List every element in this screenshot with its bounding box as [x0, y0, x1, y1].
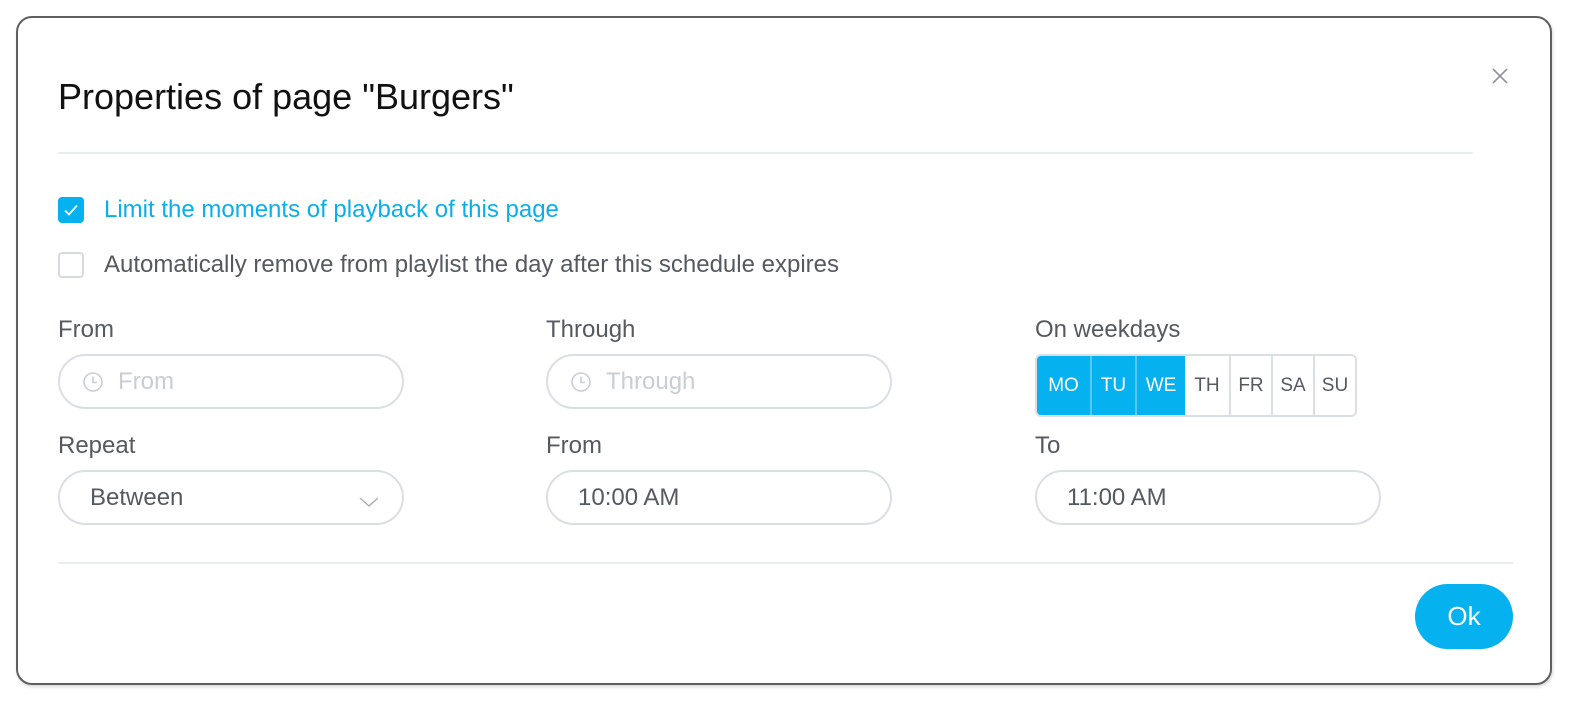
limit-playback-label: Limit the moments of playback of this pa… [104, 196, 559, 223]
through-date-label: Through [546, 316, 636, 343]
auto-remove-label: Automatically remove from playlist the d… [104, 251, 839, 278]
checkmark-icon [64, 204, 78, 216]
clock-icon [82, 371, 104, 393]
from-date-label: From [58, 316, 114, 343]
weekday-tu[interactable]: TU [1090, 356, 1135, 415]
from-time-value: 10:00 AM [578, 483, 680, 511]
weekday-fr[interactable]: FR [1229, 356, 1271, 415]
close-button[interactable] [1490, 66, 1510, 86]
weekdays-label: On weekdays [1035, 316, 1181, 343]
limit-playback-option[interactable]: Limit the moments of playback of this pa… [58, 196, 559, 224]
repeat-value: Between [90, 483, 184, 511]
footer-divider [58, 562, 1513, 564]
auto-remove-checkbox[interactable] [58, 252, 84, 278]
page-properties-dialog: Properties of page "Burgers" Limit the m… [16, 16, 1552, 685]
weekday-su[interactable]: SU [1313, 356, 1355, 415]
close-icon [1492, 68, 1508, 84]
from-date-placeholder: From [118, 367, 174, 395]
weekday-sa[interactable]: SA [1271, 356, 1313, 415]
from-date-input[interactable]: From [58, 354, 404, 409]
chevron-down-icon [358, 488, 380, 516]
to-time-label: To [1035, 432, 1061, 459]
ok-button[interactable]: Ok [1415, 584, 1513, 649]
weekday-th[interactable]: TH [1185, 356, 1229, 415]
through-date-input[interactable]: Through [546, 354, 892, 409]
limit-playback-checkbox[interactable] [58, 197, 84, 223]
to-time-input[interactable]: 11:00 AM [1035, 470, 1381, 525]
auto-remove-option[interactable]: Automatically remove from playlist the d… [58, 251, 839, 279]
header-divider [58, 152, 1473, 154]
from-time-label: From [546, 432, 602, 459]
repeat-label: Repeat [58, 432, 136, 459]
weekday-selector: MO TU WE TH FR SA SU [1035, 354, 1357, 417]
weekday-mo[interactable]: MO [1037, 356, 1090, 415]
weekday-we[interactable]: WE [1135, 356, 1185, 415]
repeat-select[interactable]: Between [58, 470, 404, 525]
through-date-placeholder: Through [606, 367, 696, 395]
to-time-value: 11:00 AM [1067, 483, 1167, 511]
dialog-title: Properties of page "Burgers" [58, 76, 514, 117]
clock-icon [570, 371, 592, 393]
from-time-input[interactable]: 10:00 AM [546, 470, 892, 525]
